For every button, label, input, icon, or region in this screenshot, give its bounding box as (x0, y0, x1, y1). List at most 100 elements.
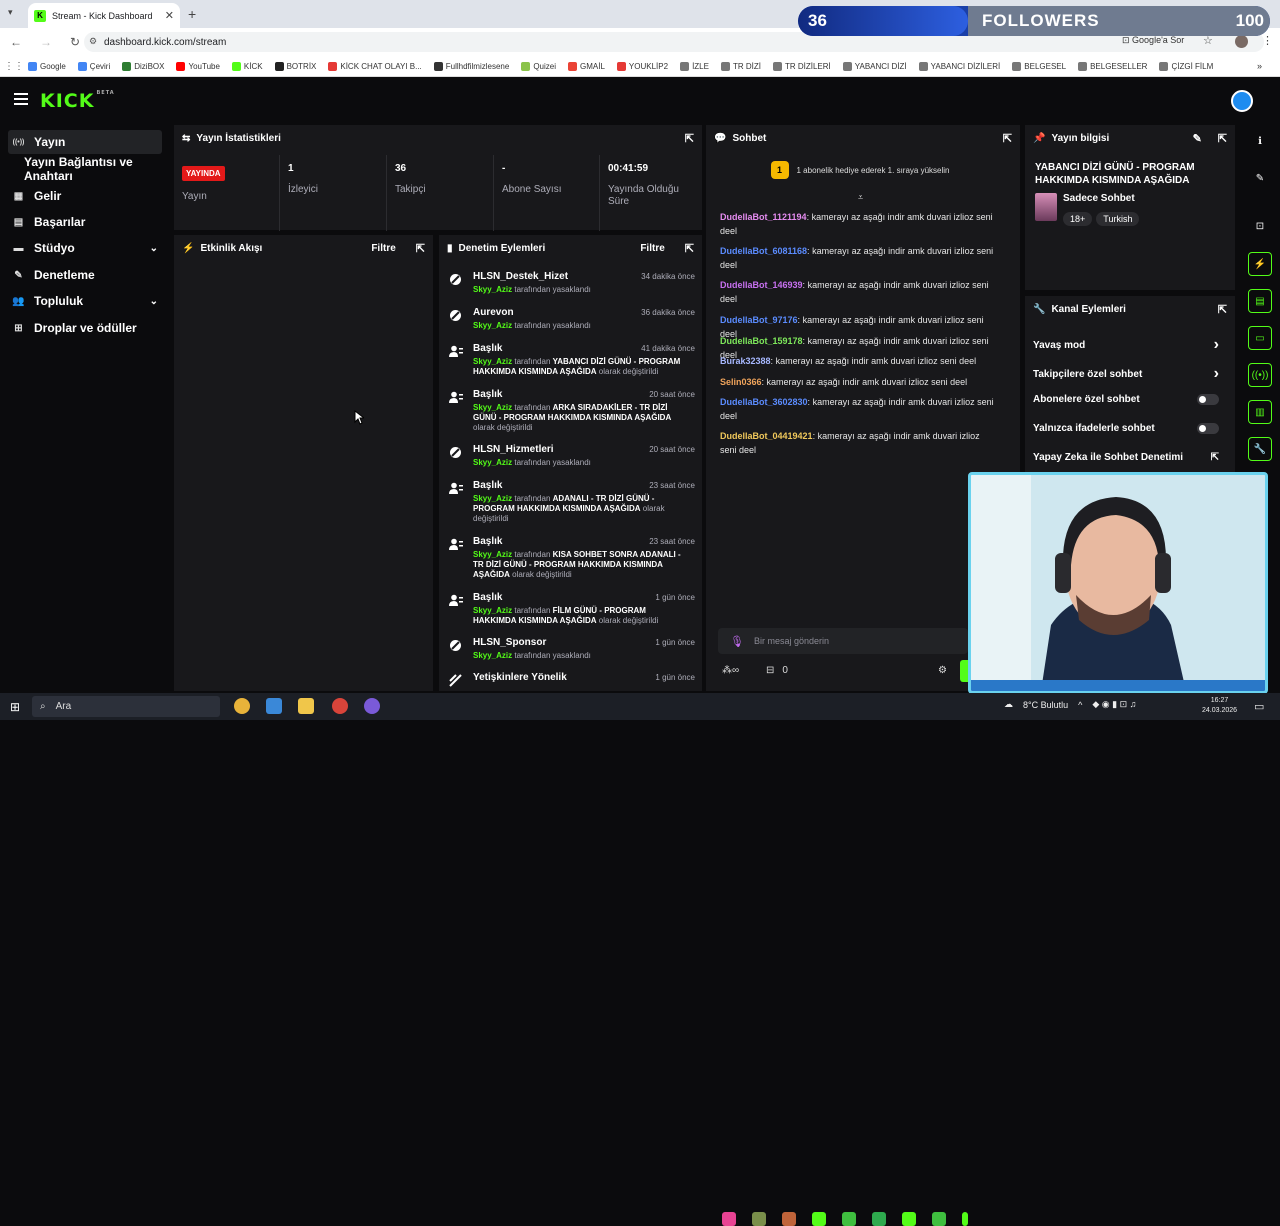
popout-icon[interactable]: ⇱ (685, 132, 694, 145)
pinned-gift-banner[interactable]: 1 1 abonelik hediye ederek 1. sıraya yük… (715, 158, 1005, 182)
sidebar-item[interactable]: ✎ Denetleme (8, 263, 162, 287)
user-avatar[interactable] (1231, 90, 1253, 112)
toggle-switch[interactable] (1197, 423, 1219, 434)
popout-icon[interactable]: ⇱ (1218, 303, 1227, 316)
chat-username[interactable]: DudellaBot_97176 (720, 315, 798, 325)
bookmark-item[interactable]: Quizei (521, 61, 556, 71)
channel-action-item[interactable]: Yapay Zeka ile Sohbet Denetimi ⇱ (1033, 452, 1219, 463)
emote-icon[interactable] (902, 1212, 916, 1226)
bookmark-item[interactable]: YouTube (176, 61, 220, 71)
info-icon[interactable]: ℹ (1248, 129, 1272, 153)
emote-icon[interactable] (962, 1212, 968, 1226)
external-link-icon[interactable]: ⇱ (1211, 452, 1219, 463)
emote-icon[interactable] (782, 1212, 796, 1226)
tab-search-icon[interactable]: ▾ (8, 7, 13, 18)
screenshot-icon[interactable]: ⊡ (1248, 214, 1272, 238)
app-icon[interactable] (364, 698, 380, 714)
folder-icon[interactable] (298, 698, 314, 714)
chat-username[interactable]: DudellaBot_146939 (720, 280, 803, 290)
sidebar-item[interactable]: ▬ Stüdyo ⌄ (8, 236, 162, 260)
bookmark-item[interactable]: DiziBOX (122, 61, 164, 71)
bookmark-item[interactable]: Google (28, 61, 66, 71)
chat-message[interactable]: DudellaBot_6081168: kamerayı az aşağı in… (720, 244, 994, 272)
popout-icon[interactable]: ⇱ (416, 242, 425, 255)
hamburger-menu-icon[interactable] (14, 93, 28, 108)
weather-text[interactable]: 8°C Bulutlu (1023, 700, 1068, 710)
chat-username[interactable]: DudellaBot_6081168 (720, 246, 807, 256)
sidebar-item[interactable]: ▤ Başarılar (8, 210, 162, 234)
storage-action-icon[interactable]: ▥ (1248, 400, 1272, 424)
bookmark-item[interactable]: Fullhdfilmizlesene (433, 61, 509, 71)
sidebar-item[interactable]: 👥 Topluluk ⌄ (8, 289, 162, 313)
google-sor-button[interactable]: ⊡ Google'a Sor (1122, 35, 1185, 46)
tray-icons[interactable]: ◆ ◉ ▮ ⊡ ♫ (1092, 699, 1136, 710)
reload-icon[interactable]: ↻ (70, 35, 80, 49)
taskbar-clock[interactable]: 16:27 24.03.2026 (1202, 696, 1237, 716)
bookmark-item[interactable]: Çeviri (77, 61, 110, 71)
channel-action-item[interactable]: Abonelere özel sohbet (1033, 394, 1219, 405)
emote-icon[interactable] (752, 1212, 766, 1226)
edit-icon[interactable]: ✎ (1193, 132, 1202, 145)
explorer-icon[interactable] (266, 698, 282, 714)
bookmark-item[interactable]: TR DİZİLERİ (772, 61, 831, 71)
chevron-down-icon[interactable]: ⌄ (150, 296, 158, 307)
windows-start-icon[interactable]: ⊞ (10, 700, 20, 714)
chat-settings-icon[interactable]: ⚙ (938, 665, 947, 676)
activity-filter-button[interactable]: Filtre (371, 243, 395, 254)
chat-message[interactable]: DudellaBot_146939: kamerayı az aşağı ind… (720, 278, 994, 306)
popout-icon[interactable]: ⇱ (1003, 132, 1012, 145)
category-thumbnail[interactable] (1035, 193, 1057, 221)
bookmark-item[interactable]: ÇİZGİ FİLM (1159, 61, 1213, 71)
scroll-down-icon[interactable]: ⩡ (858, 192, 863, 203)
emote-icon[interactable] (932, 1212, 946, 1226)
obs-icon[interactable] (332, 698, 348, 714)
bookmark-item[interactable]: BOTRİX (274, 61, 316, 71)
bookmark-item[interactable]: YABANCI DİZİLERİ (918, 61, 1000, 71)
site-info-icon[interactable]: ⚙ (89, 36, 97, 47)
tag-chip[interactable]: Turkish (1096, 212, 1140, 226)
channel-action-item[interactable]: Yavaş mod › (1033, 336, 1219, 354)
new-tab-icon[interactable]: + (188, 6, 196, 22)
chevron-right-icon[interactable]: › (1214, 365, 1219, 383)
taskbar-search[interactable]: ⌕ Ara (32, 696, 220, 717)
sidebar-item[interactable]: ▦ Gelir (8, 184, 162, 208)
back-icon[interactable]: ← (10, 35, 22, 49)
mic-icon[interactable]: 🎙 (730, 635, 744, 648)
tag-chip[interactable]: 18+ (1063, 212, 1093, 226)
chat-username[interactable]: DudellaBot_1121194 (720, 212, 807, 222)
toggle-switch[interactable] (1197, 394, 1219, 405)
chrome-icon[interactable] (234, 698, 250, 714)
forward-icon[interactable]: → (40, 35, 52, 49)
points-display[interactable]: ⊟ 0 (766, 665, 788, 676)
chat-username[interactable]: Selin0366 (720, 377, 762, 387)
emote-icon[interactable] (722, 1212, 736, 1226)
chat-username[interactable]: Burak32388 (720, 356, 771, 366)
chat-message[interactable]: DudellaBot_3602830: kamerayı az aşağı in… (720, 395, 994, 423)
kick-logo[interactable]: KICK BETA (40, 90, 115, 112)
pencil-icon[interactable]: ✎ (1248, 166, 1272, 190)
chevron-down-icon[interactable]: ⌄ (150, 243, 158, 254)
chat-action-icon[interactable]: ▭ (1248, 326, 1272, 350)
chevron-right-icon[interactable]: › (1214, 336, 1219, 354)
browser-tab[interactable]: K Stream - Kick Dashboard ✕ (28, 3, 180, 28)
moderation-filter-button[interactable]: Filtre (640, 243, 664, 254)
chat-roles-icon[interactable]: ⁂∞ (722, 665, 739, 676)
emote-icon[interactable] (842, 1212, 856, 1226)
chat-message[interactable]: Burak32388: kamerayı az aşağı indir amk … (720, 354, 994, 368)
emote-icon[interactable] (812, 1212, 826, 1226)
bookmark-item[interactable]: BELGESEL (1012, 61, 1066, 71)
chat-username[interactable]: DudellaBot_04419421 (720, 431, 813, 441)
channel-action-item[interactable]: Yalnızca ifadelerle sohbet (1033, 423, 1219, 434)
close-tab-icon[interactable]: ✕ (165, 9, 174, 22)
chat-username[interactable]: DudellaBot_3602830 (720, 397, 808, 407)
clipboard-action-icon[interactable]: ▤ (1248, 289, 1272, 313)
emote-icon[interactable] (872, 1212, 886, 1226)
notification-icon[interactable]: ▭ (1254, 700, 1264, 713)
chat-message[interactable]: DudellaBot_1121194: kamerayı az aşağı in… (720, 210, 994, 238)
chat-username[interactable]: DudellaBot_159178 (720, 336, 803, 346)
broadcast-action-icon[interactable]: ((•)) (1248, 363, 1272, 387)
lightning-action-icon[interactable]: ⚡ (1248, 252, 1272, 276)
bookmarks-more-icon[interactable]: » (1257, 61, 1262, 71)
bookmark-item[interactable]: TR DİZİ (720, 61, 761, 71)
profile-avatar[interactable] (1235, 35, 1248, 48)
